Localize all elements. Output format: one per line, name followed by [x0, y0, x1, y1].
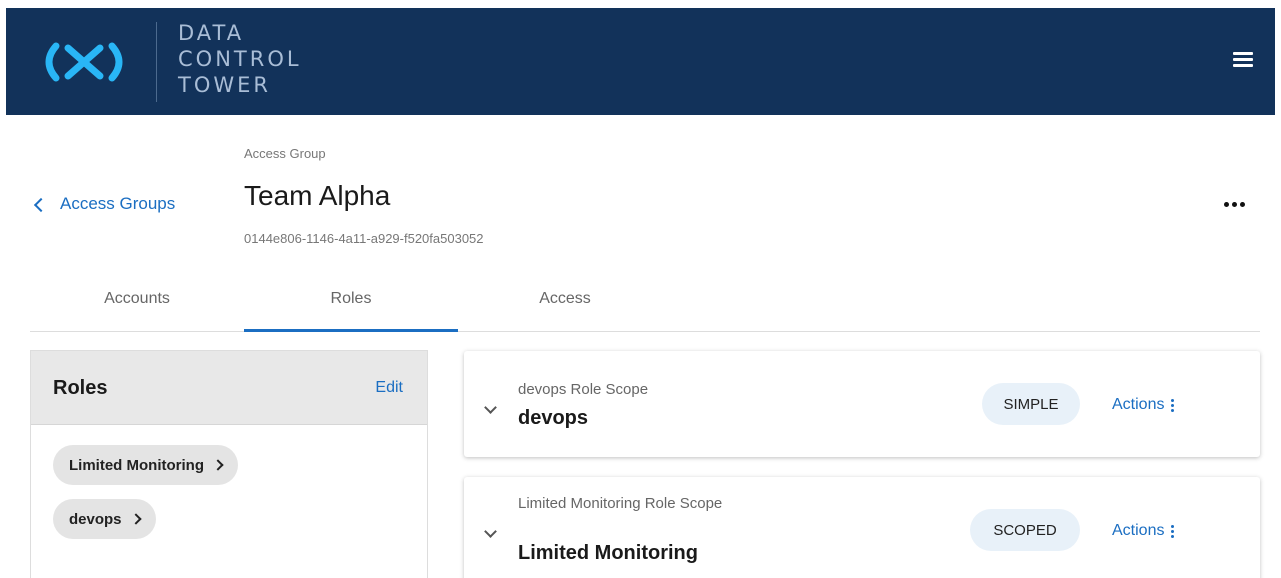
roles-edit-button[interactable]: Edit [375, 379, 403, 397]
chevron-right-icon [129, 513, 142, 525]
chevron-down-icon[interactable] [484, 525, 497, 538]
role-type-badge: SIMPLE [982, 383, 1080, 425]
kebab-icon [1171, 398, 1175, 412]
role-card-name: devops [518, 407, 589, 429]
logo-line-1: DATA [178, 21, 245, 45]
role-card-limited-monitoring: Limited Monitoring Role Scope Limited Mo… [464, 477, 1260, 578]
actions-menu-button[interactable]: Actions [1112, 522, 1175, 540]
role-card-devops: devops Role Scope devops SIMPLE Actions [464, 351, 1260, 457]
logo-line-2: CONTROL [178, 47, 302, 71]
logo-line-3: TOWER [178, 73, 271, 97]
app-header: DATA CONTROL TOWER [6, 8, 1275, 115]
actions-label: Actions [1112, 396, 1165, 413]
actions-menu-button[interactable]: Actions [1112, 396, 1175, 414]
role-chip-label: devops [69, 510, 122, 528]
chevron-right-icon [212, 459, 224, 471]
roles-panel-title: Roles [53, 377, 108, 399]
role-card-subtitle: devops Role Scope [518, 381, 649, 398]
back-to-access-groups-link[interactable]: Access Groups [33, 194, 176, 214]
logo-divider [156, 22, 157, 102]
tab-accounts[interactable]: Accounts [30, 280, 244, 332]
chevron-down-icon[interactable] [484, 401, 497, 414]
tab-access[interactable]: Access [458, 280, 672, 332]
access-group-id: 0144e806-1146-4a11-a929-f520fa503052 [244, 231, 484, 246]
role-chip-devops[interactable]: devops [53, 499, 156, 539]
roles-panel: Roles Edit Limited Monitoring devops [30, 350, 428, 578]
chevron-left-icon [33, 197, 49, 212]
role-chip-label: Limited Monitoring [69, 456, 204, 474]
hamburger-menu-icon[interactable] [1233, 52, 1253, 68]
dct-logo-icon [45, 42, 123, 82]
logo-wordmark: DATA CONTROL TOWER [178, 20, 302, 98]
more-options-icon[interactable] [1224, 202, 1245, 207]
back-link-label: Access Groups [60, 194, 176, 213]
tab-bar: Accounts Roles Access [30, 280, 1260, 332]
kebab-icon [1171, 524, 1175, 538]
roles-panel-header: Roles Edit [31, 351, 427, 425]
role-type-badge: SCOPED [970, 509, 1080, 551]
actions-label: Actions [1112, 522, 1165, 539]
role-card-name: Limited Monitoring [518, 542, 698, 564]
tab-roles[interactable]: Roles [244, 280, 458, 332]
role-card-subtitle: Limited Monitoring Role Scope [518, 495, 723, 512]
page-title: Team Alpha [244, 180, 391, 211]
role-chip-limited-monitoring[interactable]: Limited Monitoring [53, 445, 238, 485]
page-kicker: Access Group [244, 146, 326, 161]
